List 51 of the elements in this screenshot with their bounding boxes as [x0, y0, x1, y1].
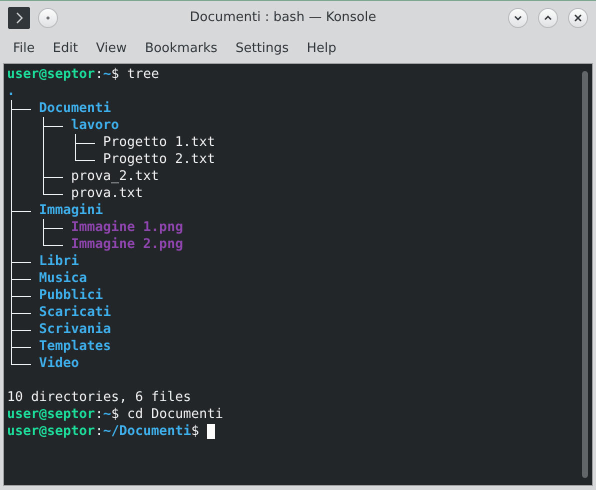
minimize-button[interactable] [508, 8, 528, 28]
menu-item[interactable]: Bookmarks [136, 41, 226, 56]
tree-branch-line [11, 320, 31, 338]
tree-branch-line [11, 304, 31, 321]
prompt-user-host: user@septor [7, 406, 96, 423]
image-file-name: Immagine 2.png [71, 236, 184, 253]
prompt-path: ~ [103, 406, 112, 423]
dot-icon [46, 16, 50, 20]
menu-item[interactable]: Edit [44, 41, 87, 56]
prompt-user-host: user@septor [7, 422, 96, 440]
terminal-app-icon[interactable] [8, 6, 30, 29]
prompt-separator: : [95, 66, 104, 83]
prompt-symbol: $ [191, 422, 200, 440]
image-file-name: Immagine 1.png [71, 218, 184, 236]
close-icon [573, 12, 583, 23]
folder-name: Scaricati [39, 304, 112, 321]
prompt-separator: : [95, 406, 104, 423]
chevron-up-icon [543, 12, 553, 23]
output-text: 10 directories, 6 files [7, 388, 192, 406]
folder-name: Musica [39, 270, 88, 287]
command-text: tree [127, 66, 160, 83]
prompt-path: ~/Documenti [103, 422, 192, 440]
prompt-symbol: $ [111, 406, 120, 423]
folder-name: Libri [39, 252, 80, 270]
folder-name: Immagini [39, 202, 104, 219]
maximize-button[interactable] [538, 8, 558, 28]
folder-name: Video [39, 354, 80, 372]
folder-name: Pubblici [39, 286, 104, 304]
command-text: cd Documenti [127, 406, 224, 423]
file-name: Progetto 2.txt [103, 150, 216, 168]
folder-name: lavoro [71, 116, 120, 134]
tree-branch-line [11, 270, 31, 287]
prompt-symbol: $ [111, 66, 120, 83]
menu-item[interactable]: View [86, 41, 136, 56]
menu-item[interactable]: Help [298, 41, 346, 56]
folder-name: Documenti [39, 100, 112, 117]
file-name: prova.txt [71, 184, 144, 202]
folder-name: Templates [39, 338, 112, 355]
scrollbar-handle[interactable] [582, 70, 588, 478]
menu-item[interactable]: Settings [226, 41, 298, 56]
tree-root: . [7, 82, 16, 100]
tree-branch-line [11, 286, 31, 304]
window-title: Documenti : bash — Konsole [188, 10, 378, 26]
prompt-user-host: user@septor [7, 66, 96, 83]
prompt-path: ~ [103, 66, 112, 83]
menu-item[interactable]: File [4, 41, 44, 56]
file-name: prova_2.txt [71, 168, 160, 185]
prompt-separator: : [95, 422, 104, 440]
file-name: Progetto 1.txt [103, 134, 216, 151]
close-button[interactable] [568, 8, 588, 28]
folder-name: Scrivania [39, 320, 112, 338]
